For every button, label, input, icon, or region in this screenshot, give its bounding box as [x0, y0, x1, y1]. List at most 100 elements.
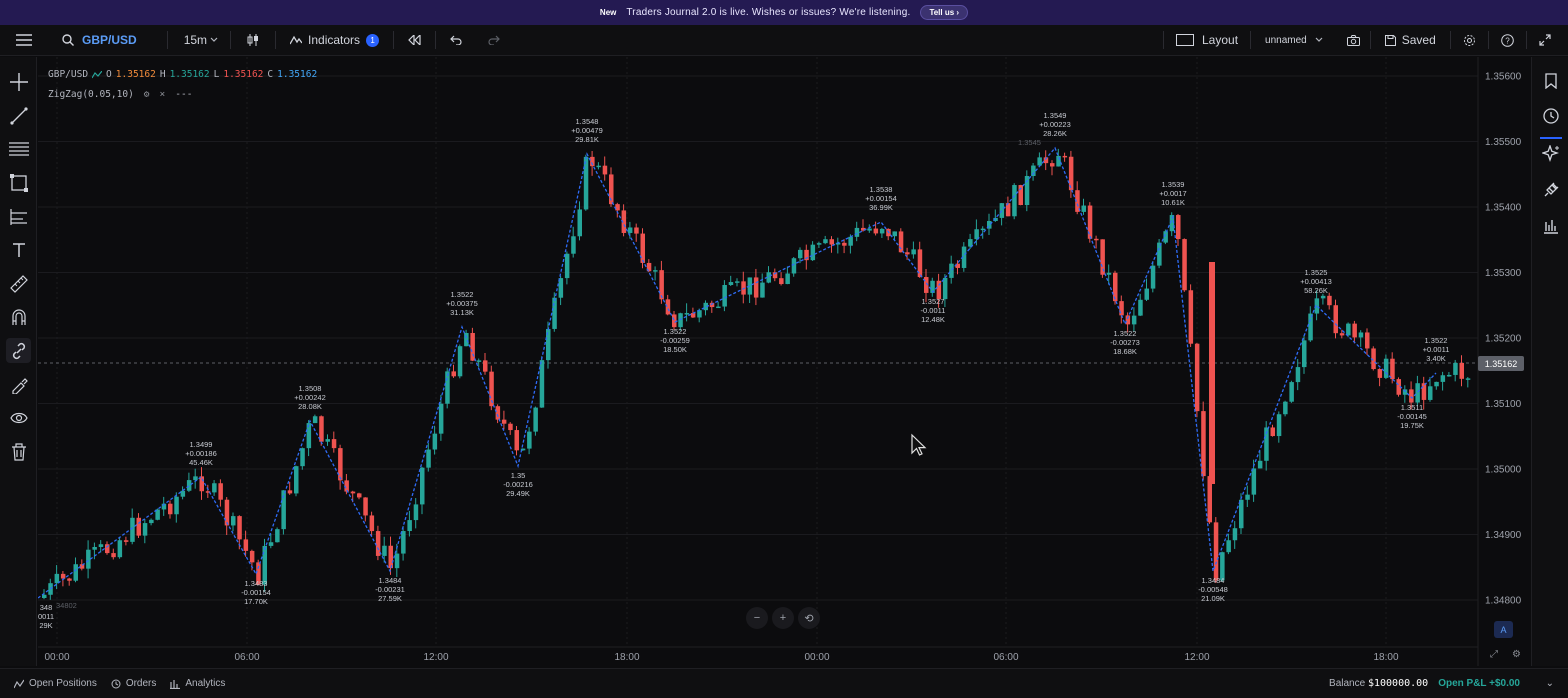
layout-name-select[interactable]: unnamed [1251, 25, 1337, 56]
redo-button[interactable] [476, 25, 512, 56]
candle-body [785, 273, 790, 285]
bookmark-icon [1544, 72, 1557, 89]
symbol-search[interactable]: GBP/USD [48, 25, 145, 56]
indicators-count-badge: 1 [366, 33, 380, 47]
undo-button[interactable] [436, 25, 476, 56]
menu-button[interactable] [0, 25, 48, 56]
tell-us-button[interactable]: Tell us › [920, 5, 969, 20]
indicators-label: Indicators [308, 33, 361, 47]
candle-body [249, 550, 255, 563]
zigzag-label-line: 29.81K [575, 135, 599, 144]
alerts-button[interactable] [1538, 103, 1563, 128]
candle-body [1213, 522, 1219, 581]
settings-button[interactable] [1451, 25, 1488, 56]
candle-body [369, 515, 375, 532]
price-tick-label: 1.35100 [1485, 399, 1522, 410]
price-tick-label: 1.35500 [1485, 137, 1522, 148]
zigzag-label-line: +0.00186 [185, 449, 217, 458]
zigzag-label-line: +0.00223 [1039, 120, 1071, 129]
candle-body [438, 403, 444, 434]
screenshot-button[interactable] [1337, 25, 1370, 56]
watchlist-button[interactable] [1538, 68, 1563, 93]
candle-body [659, 270, 664, 300]
orders-tab[interactable]: Orders [111, 678, 156, 689]
candle-body [1465, 378, 1471, 380]
price-tick-label: 1.35400 [1485, 203, 1522, 214]
chevron-down-icon [1315, 37, 1323, 42]
replay-button[interactable] [394, 25, 435, 56]
candle-body [577, 209, 582, 237]
candle-body [476, 360, 482, 362]
ai-assistant-button[interactable] [1538, 141, 1563, 166]
data-window-button[interactable] [1538, 213, 1563, 238]
candle-body [338, 448, 343, 481]
zigzag-label-line: -0.00548 [1198, 585, 1228, 594]
candle-body [1188, 290, 1194, 344]
eye-icon [9, 412, 28, 423]
rectangle-tool[interactable] [6, 170, 31, 195]
candle-body [1131, 315, 1137, 325]
open-positions-tab[interactable]: Open Positions [14, 678, 97, 689]
reset-zoom-button[interactable]: ⟲ [798, 607, 820, 629]
candle-body [312, 416, 318, 424]
connect-button[interactable] [1538, 177, 1563, 202]
save-button[interactable]: Saved [1371, 25, 1450, 56]
link-icon [12, 342, 25, 359]
auto-scale-button[interactable]: A [1494, 621, 1513, 638]
zoom-controls: − + ⟲ [746, 607, 820, 629]
candlesticks [42, 148, 1471, 600]
candle-body [829, 239, 834, 245]
trendline-tool[interactable] [6, 103, 31, 128]
fullscreen-chart-icon[interactable]: ⤢ [1490, 649, 1498, 660]
position-tool[interactable] [6, 204, 31, 229]
search-icon [62, 34, 74, 46]
layout-button[interactable]: Layout [1164, 25, 1250, 56]
zigzag-label: 348 0011 29K [38, 603, 54, 630]
candle-body [1377, 369, 1383, 378]
measure-tool[interactable] [6, 271, 31, 296]
interval-label: 15m [183, 33, 208, 47]
candle-body [1352, 323, 1357, 338]
price-chart[interactable]: 348 0011 29K1.3499 +0.00186 45.46K1.3483 -0.0… [38, 57, 1530, 666]
zoom-out-button[interactable]: − [746, 607, 768, 629]
zigzag-label-line: 1.3549 [1044, 111, 1067, 120]
zigzag-label: 1.3484 -0.00231 27.59K [375, 576, 405, 603]
chart-settings-icon[interactable]: ⚙ [1512, 649, 1521, 660]
indicators-button[interactable]: Indicators 1 [276, 25, 393, 56]
candle-body [331, 439, 337, 449]
lock-drawings-tool[interactable] [6, 338, 31, 363]
help-button[interactable]: ? [1489, 25, 1526, 56]
candle-body [615, 204, 620, 211]
interval-select[interactable]: 15m [168, 25, 230, 56]
collapse-panel-icon[interactable]: ⌄ [1546, 678, 1554, 689]
candle-body [1119, 301, 1124, 316]
indicator-remove-icon[interactable]: × [160, 89, 166, 100]
crosshair-icon [9, 72, 28, 91]
zigzag-label: 1.3538 +0.00154 36.99K [865, 185, 897, 212]
eraser-tool[interactable] [6, 372, 31, 397]
candle-body [999, 203, 1005, 218]
time-tick-label: 06:00 [234, 652, 259, 663]
zigzag-label-line: +0.00375 [446, 299, 478, 308]
indicator-settings-icon[interactable]: ⚙ [144, 89, 150, 100]
delete-drawings-tool[interactable] [6, 439, 31, 464]
text-tool[interactable] [6, 237, 31, 262]
candle-body [432, 433, 438, 450]
zigzag-label: 1.3548 +0.00479 29.81K [571, 117, 603, 144]
analytics-tab[interactable]: Analytics [170, 678, 225, 689]
candle-body [1251, 468, 1257, 495]
zigzag-label: 1.3522 +0.00375 31.13K [446, 290, 478, 317]
crosshair-tool[interactable] [6, 69, 31, 94]
chart-type-button[interactable] [231, 25, 275, 56]
magnet-tool[interactable] [6, 304, 31, 329]
zigzag-label-line: 1.3508 [299, 384, 322, 393]
zigzag-label-line: 1.3527 [922, 297, 945, 306]
fullscreen-button[interactable] [1527, 25, 1563, 56]
fib-tool[interactable] [6, 136, 31, 161]
candle-body [123, 540, 129, 542]
save-icon [1384, 34, 1396, 46]
zoom-in-button[interactable]: + [772, 607, 794, 629]
candle-body [816, 243, 822, 245]
hide-drawings-tool[interactable] [6, 405, 31, 430]
price-tick-label: 1.34900 [1485, 530, 1522, 541]
